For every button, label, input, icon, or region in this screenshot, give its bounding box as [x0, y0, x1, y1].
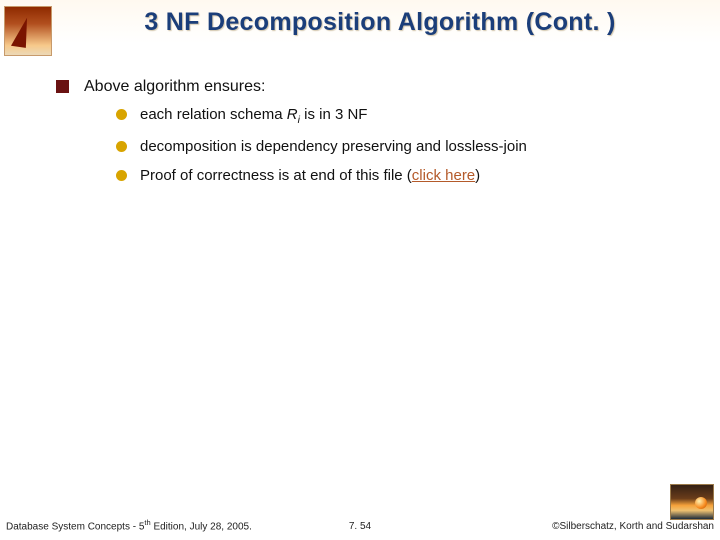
text-fragment: decomposition is dependency preserving a… — [140, 138, 527, 155]
logo-top-sailboat — [4, 6, 52, 56]
bullet-level1: Above algorithm ensures: each relation s… — [56, 78, 680, 184]
slide: 3 NF Decomposition Algorithm (Cont. ) Ab… — [0, 0, 720, 540]
bullet-level2-item: Proof of correctness is at end of this f… — [116, 167, 680, 184]
text-fragment: Proof of correctness is at end of this f… — [140, 167, 412, 184]
slide-title: 3 NF Decomposition Algorithm (Cont. ) — [60, 8, 700, 37]
slide-body: Above algorithm ensures: each relation s… — [56, 78, 680, 198]
text-fragment: each relation schema — [140, 106, 287, 123]
bullet-level1-text: Above algorithm ensures: — [84, 78, 265, 95]
proof-link[interactable]: click here — [412, 167, 475, 184]
variable-R: R — [287, 106, 298, 123]
footer: Database System Concepts - 5th Edition, … — [0, 514, 720, 534]
footer-right-copyright: ©Silberschatz, Korth and Sudarshan — [552, 521, 714, 532]
bullet-level2-item: decomposition is dependency preserving a… — [116, 138, 680, 155]
bullet-level2-item: each relation schema Ri is in 3 NF — [116, 106, 680, 126]
text-fragment: ) — [475, 167, 480, 184]
text-fragment: is in 3 NF — [300, 106, 368, 123]
